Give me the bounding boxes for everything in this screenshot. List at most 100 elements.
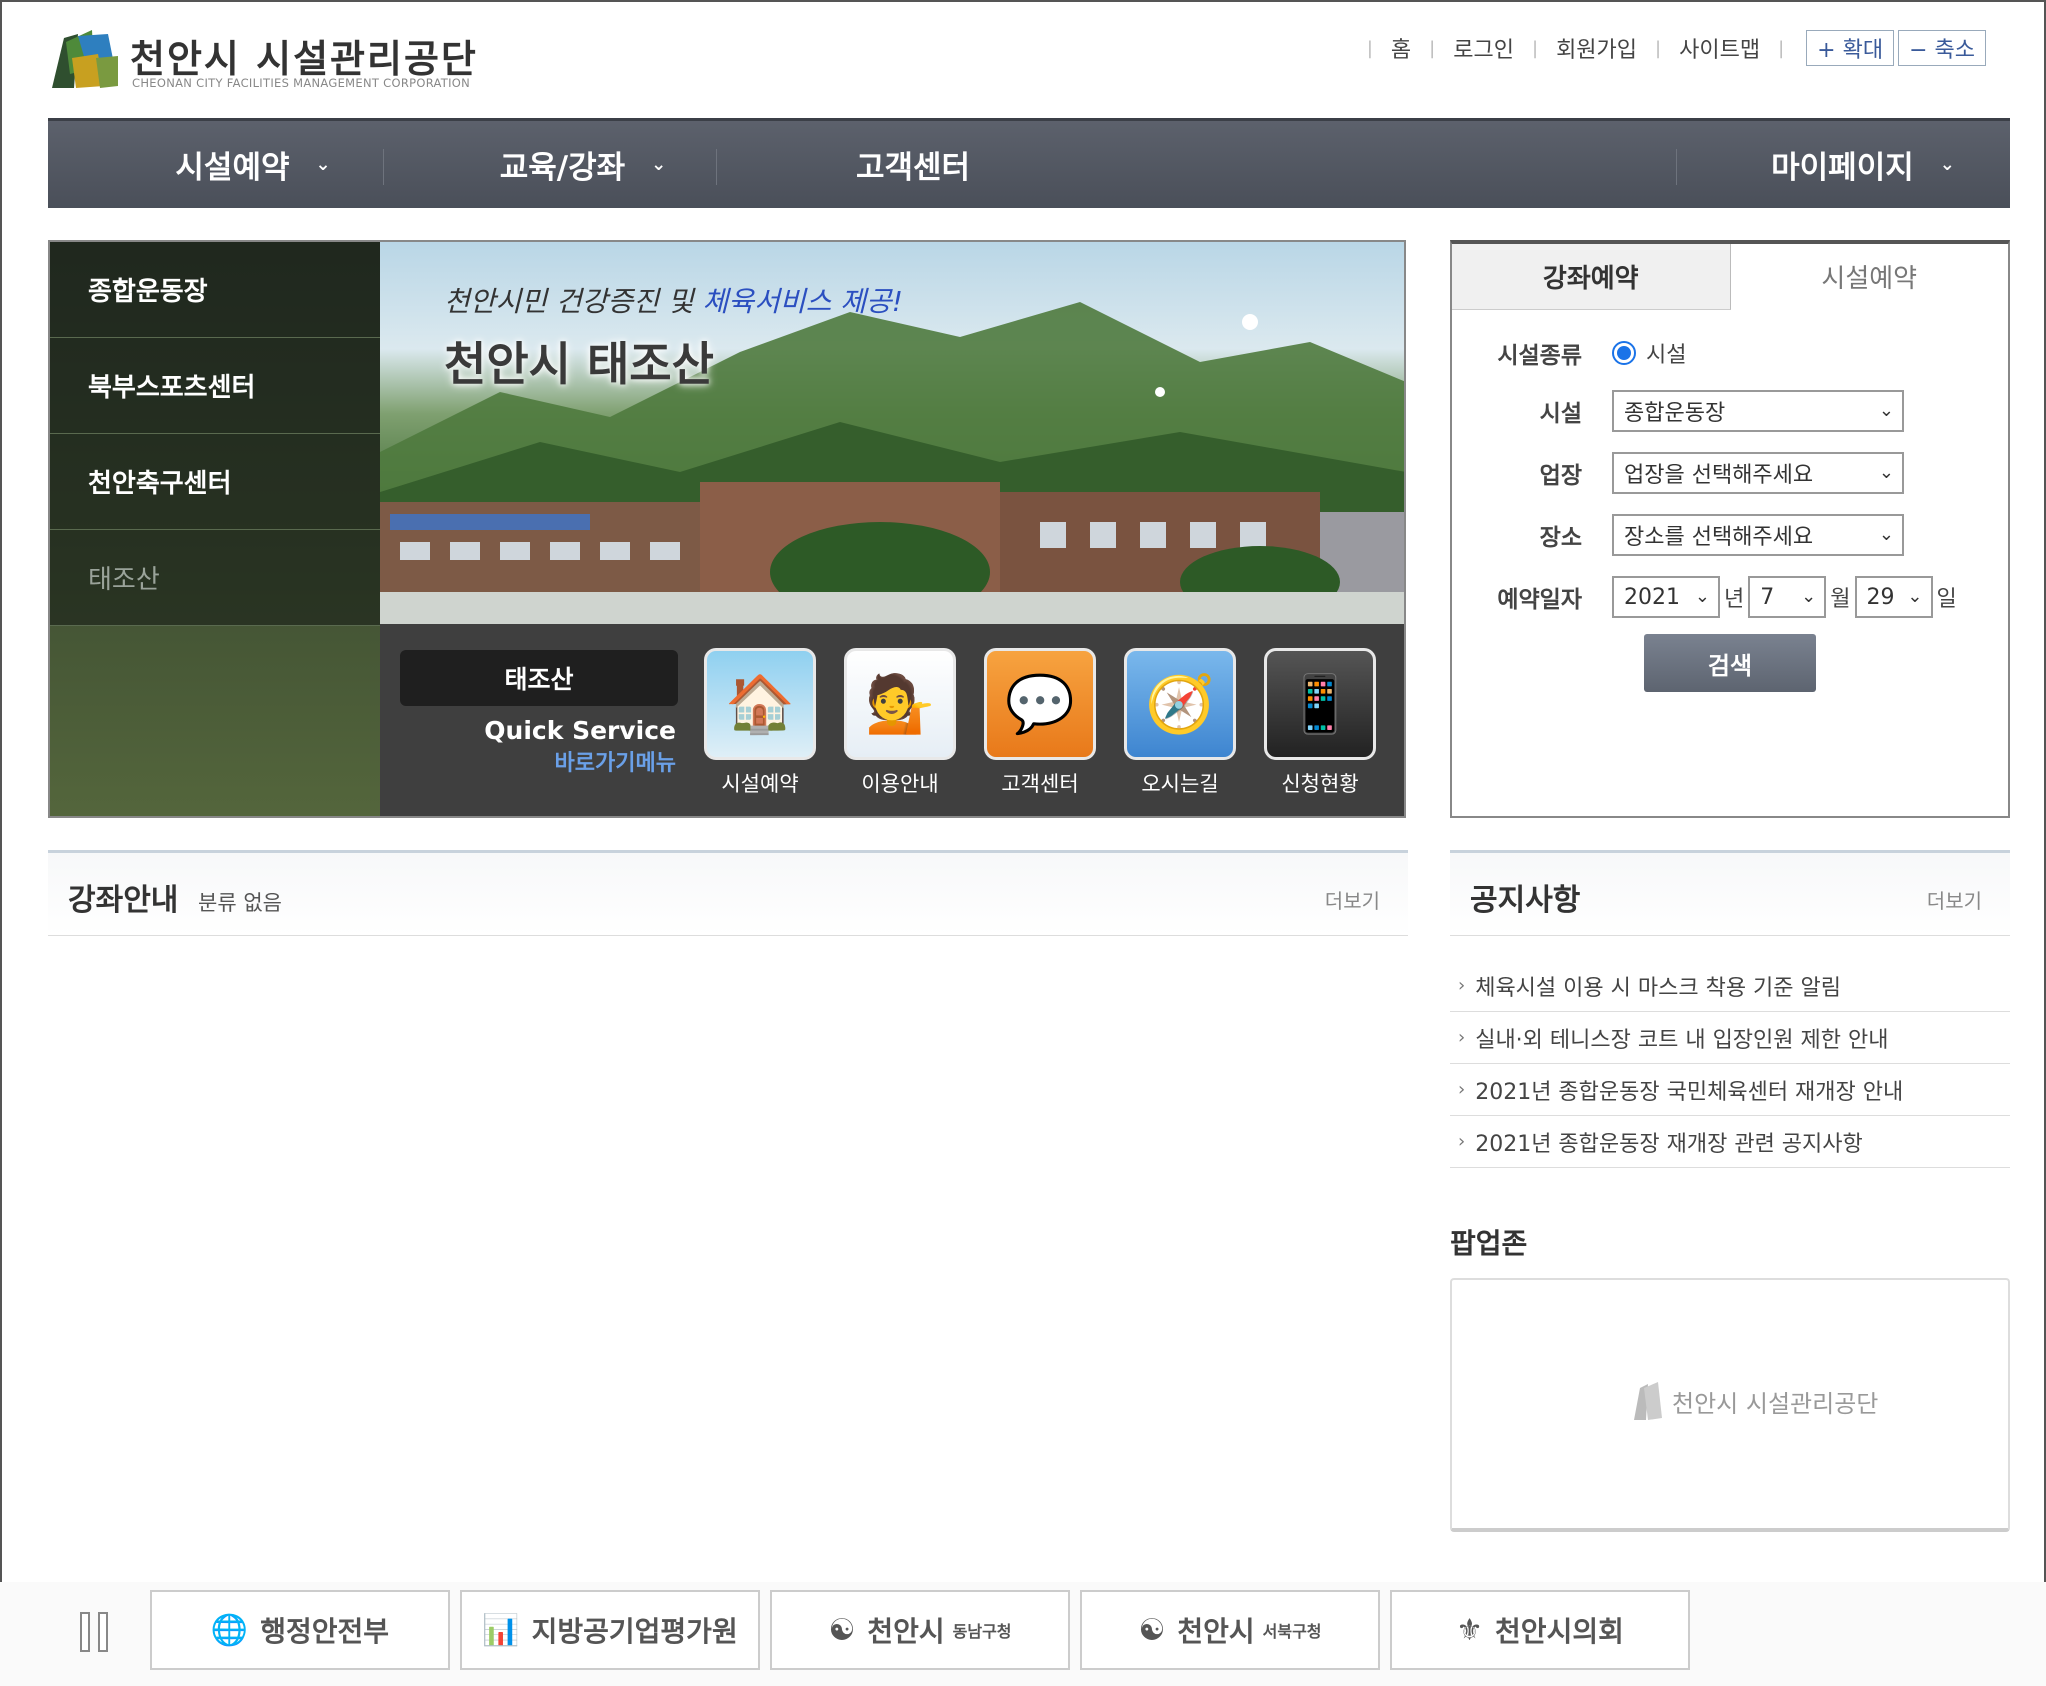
nav-divider bbox=[716, 149, 717, 185]
signup-link[interactable]: 회원가입 bbox=[1556, 32, 1637, 64]
quick-item-label: 시설예약 bbox=[721, 772, 799, 796]
place-select-value: 장소를 선택해주세요 bbox=[1624, 525, 1814, 550]
pause-icon[interactable] bbox=[80, 1612, 108, 1652]
venue-select[interactable]: 업장을 선택해주세요 ⌄ bbox=[1612, 452, 1904, 494]
nav-label: 교육/강좌 bbox=[499, 150, 626, 186]
nav-label: 시설예약 bbox=[175, 150, 290, 186]
banner-label: 천안시 bbox=[1177, 1615, 1255, 1648]
council-emblem-icon: ⚜ bbox=[1456, 1612, 1484, 1648]
site-logo[interactable]: 천안시 시설관리공단 CHEONAN CITY FACILITIES MANAG… bbox=[48, 26, 488, 96]
place-select[interactable]: 장소를 선택해주세요 ⌄ bbox=[1612, 514, 1904, 556]
year-select-value: 2021 bbox=[1624, 584, 1680, 610]
footer-banner-bar: 🌐 행정안전부 📊 지방공기업평가원 ☯ 천안시 동남구청 ☯ 천안시 서북구청… bbox=[0, 1582, 2046, 1686]
side-item-stadium[interactable]: 종합운동장 bbox=[50, 242, 380, 338]
popup-logo-text: 천안시 시설관리공단 bbox=[1672, 1389, 1879, 1418]
label-date: 예약일자 bbox=[1497, 587, 1582, 613]
popup-zone[interactable]: 천안시 시설관리공단 bbox=[1450, 1278, 2010, 1532]
tab-lecture-reservation[interactable]: 강좌예약 bbox=[1452, 244, 1731, 310]
nav-item-mypage[interactable]: 마이페이지 ⌄ bbox=[1738, 121, 1988, 208]
notice-item[interactable]: › 2021년 종합운동장 재개장 관련 공지사항 bbox=[1450, 1116, 2010, 1168]
quick-service-subtitle: 바로가기메뉴 bbox=[554, 751, 676, 776]
side-item-football-center[interactable]: 천안축구센터 bbox=[50, 434, 380, 530]
chevron-down-icon: ⌄ bbox=[1907, 586, 1923, 607]
side-item-taejosan[interactable]: 태조산 bbox=[50, 530, 380, 626]
row-facility-type: 시설종류 시설 bbox=[1452, 330, 2008, 376]
city-emblem-icon: ☯ bbox=[828, 1612, 856, 1648]
nav-item-education[interactable]: 교육/강좌 ⌄ bbox=[458, 121, 708, 208]
banner-mois[interactable]: 🌐 행정안전부 bbox=[150, 1590, 450, 1670]
city-emblem-icon: ☯ bbox=[1138, 1612, 1166, 1648]
sitemap-link[interactable]: 사이트맵 bbox=[1679, 32, 1760, 64]
logo-title: 천안시 시설관리공단 bbox=[130, 37, 478, 81]
month-select[interactable]: 7 ⌄ bbox=[1748, 576, 1827, 618]
facility-type-radio-group: 시설 bbox=[1612, 337, 1690, 369]
label-facility: 시설 bbox=[1539, 401, 1582, 427]
venue-select-value: 업장을 선택해주세요 bbox=[1624, 463, 1814, 488]
lecture-subtitle: 분류 없음 bbox=[198, 891, 282, 915]
facility-side-menu: 종합운동장 북부스포츠센터 천안축구센터 태조산 bbox=[50, 242, 380, 816]
popup-zone-title: 팝업존 bbox=[1450, 1227, 1528, 1260]
quick-item-label: 고객센터 bbox=[1001, 772, 1079, 796]
lecture-more-link[interactable]: 더보기 bbox=[1325, 885, 1380, 914]
reservation-panel: 강좌예약 시설예약 시설종류 시설 시설 종합운동장 ⌄ 업장 업장을 선택해주… bbox=[1450, 240, 2010, 818]
home-link[interactable]: 홈 bbox=[1391, 32, 1411, 64]
tab-facility-reservation[interactable]: 시설예약 bbox=[1730, 244, 2008, 310]
chevron-right-icon: › bbox=[1458, 1079, 1466, 1100]
month-unit: 월 bbox=[1830, 587, 1851, 612]
chevron-down-icon: ⌄ bbox=[1939, 154, 1955, 175]
day-select[interactable]: 29 ⌄ bbox=[1854, 576, 1933, 618]
banner-city-council[interactable]: ⚜ 천안시의회 bbox=[1390, 1590, 1690, 1670]
notice-more-link[interactable]: 더보기 bbox=[1927, 885, 1982, 914]
visual-title: 천안시 태조산 bbox=[444, 337, 714, 391]
row-venue: 업장 업장을 선택해주세요 ⌄ bbox=[1452, 450, 2008, 496]
nav-item-customer-center[interactable]: 고객센터 bbox=[788, 121, 1038, 208]
quick-item-guide[interactable]: 💁 이용안내 bbox=[842, 648, 958, 798]
year-unit: 년 bbox=[1724, 587, 1745, 612]
day-select-value: 29 bbox=[1866, 584, 1895, 610]
facility-photo: 천안시민 건강증진 및 체육서비스 제공! 천안시 태조산 bbox=[380, 242, 1404, 624]
logo-mark-icon bbox=[1634, 1382, 1662, 1420]
search-button[interactable]: 검색 bbox=[1644, 634, 1816, 692]
compass-map-icon: 🧭 bbox=[1124, 648, 1236, 760]
quick-service-bar: 태조산 Quick Service 바로가기메뉴 🏠 시설예약 💁 이용안내 💬… bbox=[380, 624, 1404, 816]
radio-facility[interactable] bbox=[1612, 341, 1636, 365]
quick-item-customer[interactable]: 💬 고객센터 bbox=[982, 648, 1098, 798]
logo-subtitle: CHEONAN CITY FACILITIES MANAGEMENT CORPO… bbox=[132, 76, 471, 90]
login-link[interactable]: 로그인 bbox=[1453, 32, 1514, 64]
chevron-down-icon: ⌄ bbox=[1878, 524, 1894, 545]
info-desk-icon: 💁 bbox=[844, 648, 956, 760]
nav-item-facility-reservation[interactable]: 시설예약 ⌄ bbox=[128, 121, 378, 208]
label-venue: 업장 bbox=[1539, 463, 1582, 489]
notice-item-text: 실내·외 테니스장 코트 내 입장인원 제한 안내 bbox=[1475, 1027, 1889, 1053]
chevron-down-icon: ⌄ bbox=[651, 154, 667, 175]
chevron-right-icon: › bbox=[1458, 975, 1466, 996]
banner-dongnam-gu[interactable]: ☯ 천안시 동남구청 bbox=[770, 1590, 1070, 1670]
quick-item-label: 이용안내 bbox=[861, 772, 939, 796]
side-item-north-sports-center[interactable]: 북부스포츠센터 bbox=[50, 338, 380, 434]
quick-item-reservation[interactable]: 🏠 시설예약 bbox=[702, 648, 818, 798]
quick-service-heading: Quick Service 바로가기메뉴 bbox=[440, 716, 676, 777]
notice-item[interactable]: › 체육시설 이용 시 마스크 착용 기준 알림 bbox=[1450, 960, 2010, 1012]
day-unit: 일 bbox=[1936, 587, 1957, 612]
notice-item[interactable]: › 실내·외 테니스장 코트 내 입장인원 제한 안내 bbox=[1450, 1012, 2010, 1064]
facility-select[interactable]: 종합운동장 ⌄ bbox=[1612, 390, 1904, 432]
zoom-out-button[interactable]: − 축소 bbox=[1898, 30, 1986, 66]
chevron-down-icon: ⌄ bbox=[1801, 586, 1817, 607]
banner-seobuk-gu[interactable]: ☯ 천안시 서북구청 bbox=[1080, 1590, 1380, 1670]
year-select[interactable]: 2021 ⌄ bbox=[1612, 576, 1720, 618]
notice-item-text: 2021년 종합운동장 국민체육센터 재개장 안내 bbox=[1475, 1079, 1904, 1105]
zoom-in-button[interactable]: + 확대 bbox=[1806, 30, 1895, 66]
notice-item[interactable]: › 2021년 종합운동장 국민체육센터 재개장 안내 bbox=[1450, 1064, 2010, 1116]
chevron-down-icon: ⌄ bbox=[315, 154, 331, 175]
visual-slogan: 천안시민 건강증진 및 체육서비스 제공! bbox=[444, 280, 903, 320]
quick-item-directions[interactable]: 🧭 오시는길 bbox=[1122, 648, 1238, 798]
banner-label: 천안시의회 bbox=[1495, 1615, 1624, 1648]
quick-item-label: 신청현황 bbox=[1281, 772, 1359, 796]
lecture-section-header: 강좌안내 분류 없음 더보기 bbox=[48, 850, 1408, 936]
quick-item-status[interactable]: 📱 신청현황 bbox=[1262, 648, 1378, 798]
notice-list: › 체육시설 이용 시 마스크 착용 기준 알림 › 실내·외 테니스장 코트 내 … bbox=[1450, 960, 2010, 1168]
banner-label: 행정안전부 bbox=[260, 1615, 390, 1648]
chevron-down-icon: ⌄ bbox=[1878, 462, 1894, 483]
banner-evaluation-institute[interactable]: 📊 지방공기업평가원 bbox=[460, 1590, 760, 1670]
separator: | bbox=[1655, 37, 1662, 59]
